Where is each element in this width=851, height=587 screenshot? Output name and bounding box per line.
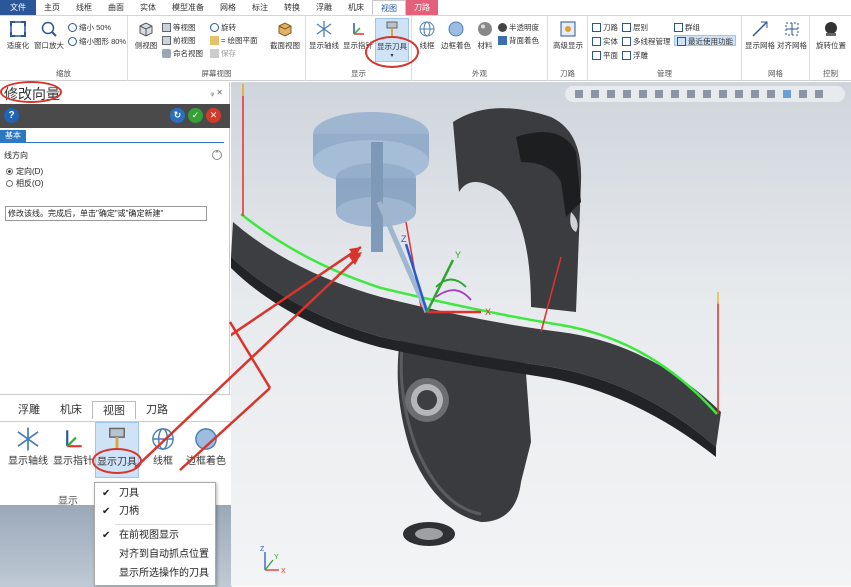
annotation-arrow [228, 321, 272, 389]
annotation-overlay [134, 252, 362, 471]
annotation-arrow [134, 254, 361, 469]
annotation-arrow [179, 387, 271, 471]
